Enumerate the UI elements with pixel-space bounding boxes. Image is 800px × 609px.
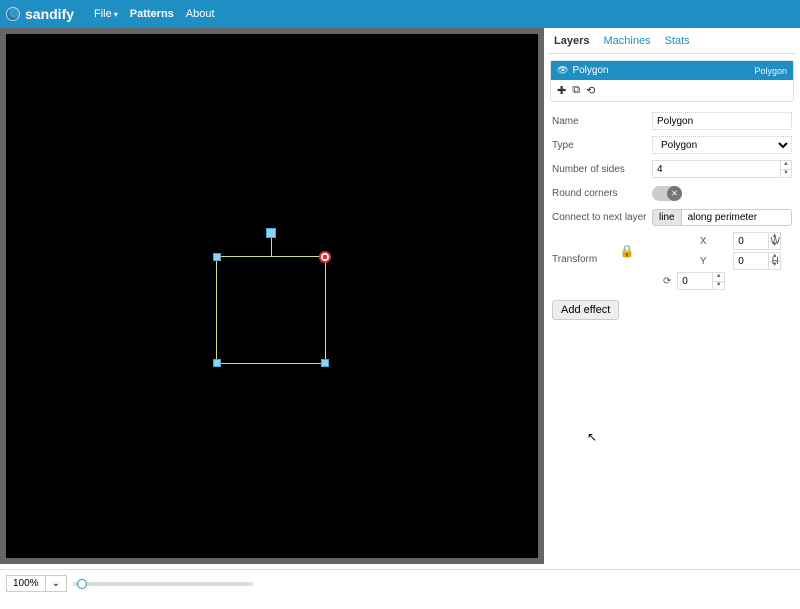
layer-row-selected[interactable]: Polygon Polygon xyxy=(551,61,793,80)
connect-mode-group: line along perimeter xyxy=(652,209,792,226)
zoom-slider[interactable] xyxy=(73,582,253,586)
label-y: Y xyxy=(677,256,729,267)
zoom-dropdown-icon[interactable]: ⌄ xyxy=(45,576,66,591)
layer-row-name: Polygon xyxy=(572,65,608,76)
label-w: W xyxy=(749,236,800,247)
lock-aspect-icon[interactable]: 🔒 xyxy=(597,244,657,258)
label-transform: Transform xyxy=(552,232,597,265)
tab-stats[interactable]: Stats xyxy=(665,35,690,47)
nav-patterns[interactable]: Patterns xyxy=(130,8,174,20)
layer-list: Polygon Polygon ✚ ⧉ ⟲ xyxy=(550,60,794,102)
label-sides: Number of sides xyxy=(552,164,652,175)
label-name: Name xyxy=(552,116,652,127)
nav-file[interactable]: File xyxy=(94,8,118,20)
main-area: Layers Machines Stats Polygon Polygon ✚ … xyxy=(0,28,800,564)
rotation-input[interactable] xyxy=(677,272,713,290)
sides-stepper[interactable]: ▲▼ xyxy=(781,160,792,178)
label-type: Type xyxy=(552,140,652,151)
resize-handle-br[interactable] xyxy=(321,359,329,367)
nav-about[interactable]: About xyxy=(186,8,215,20)
logo-icon xyxy=(6,7,20,21)
path-endpoint-icon[interactable] xyxy=(319,251,331,263)
label-x: X xyxy=(677,236,729,247)
add-effect-section: Add effect xyxy=(552,300,792,320)
label-h: H xyxy=(749,256,800,267)
layer-toolbar: ✚ ⧉ ⟲ xyxy=(551,80,793,101)
rotate-icon: ⟳ xyxy=(661,276,673,287)
add-layer-icon[interactable]: ✚ xyxy=(557,84,566,97)
rotation-handle[interactable] xyxy=(266,228,276,238)
connect-line-button[interactable]: line xyxy=(653,210,681,225)
top-bar: sandify File Patterns About xyxy=(0,0,800,28)
resize-handle-bl[interactable] xyxy=(213,359,221,367)
visibility-icon[interactable] xyxy=(557,65,572,76)
side-tabs: Layers Machines Stats xyxy=(548,28,796,54)
canvas[interactable] xyxy=(6,34,538,558)
sides-input[interactable] xyxy=(652,160,781,178)
tab-layers[interactable]: Layers xyxy=(554,35,589,47)
zoom-slider-thumb[interactable] xyxy=(77,579,87,589)
zoom-box: 100% ⌄ xyxy=(6,575,67,592)
copy-layer-icon[interactable]: ⧉ xyxy=(572,84,580,97)
transform-grid: X ▲▼ W ▲▼ 🔒 Y ▲▼ H ▲▼ ⟳ ▲▼ xyxy=(597,232,800,290)
canvas-wrapper xyxy=(0,28,544,564)
add-effect-button[interactable]: Add effect xyxy=(552,300,619,320)
zoom-value: 100% xyxy=(7,576,45,591)
properties-panel: Name Type Polygon Number of sides ▲▼ Rou… xyxy=(552,110,792,290)
bottom-bar: 100% ⌄ xyxy=(0,569,800,597)
layer-row-type: Polygon xyxy=(754,66,787,76)
label-round: Round corners xyxy=(552,188,652,199)
label-connect: Connect to next layer xyxy=(552,212,652,223)
rotation-stepper[interactable]: ▲▼ xyxy=(713,272,725,290)
tab-machines[interactable]: Machines xyxy=(603,35,650,47)
round-corners-toggle[interactable] xyxy=(652,186,682,201)
selected-shape[interactable] xyxy=(216,256,326,364)
reset-layer-icon[interactable]: ⟲ xyxy=(586,84,595,97)
connect-perimeter-button[interactable]: along perimeter xyxy=(681,210,763,225)
resize-handle-tl[interactable] xyxy=(213,253,221,261)
brand-name: sandify xyxy=(25,6,74,22)
name-input[interactable] xyxy=(652,112,792,130)
side-panel: Layers Machines Stats Polygon Polygon ✚ … xyxy=(544,28,800,564)
type-select[interactable]: Polygon xyxy=(652,136,792,154)
